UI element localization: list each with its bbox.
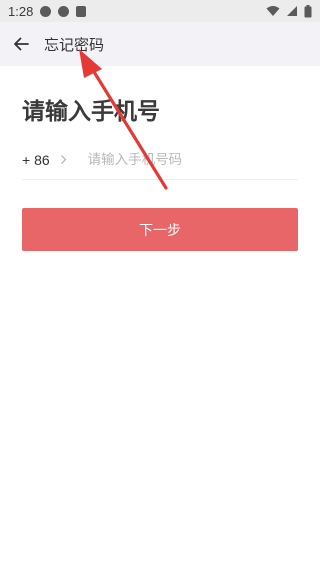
status-time: 1:28: [8, 3, 34, 19]
phone-heading: 请输入手机号: [22, 99, 160, 125]
phone-number-input[interactable]: [87, 151, 298, 168]
app-notification-icon: [76, 5, 87, 17]
signal-icon: [287, 6, 297, 16]
annotation-arrow-icon: [79, 49, 168, 190]
phone-input-row: + 86: [22, 140, 298, 180]
alert-icon: [58, 5, 70, 17]
page-title: 忘记密码: [44, 35, 105, 54]
status-left: 1:28: [8, 3, 87, 19]
status-bar: 1:28: [0, 0, 320, 22]
arrow-left-icon: [14, 37, 29, 51]
next-step-button[interactable]: 下一步: [22, 208, 298, 251]
battery-icon: [304, 4, 312, 17]
chevron-right-icon[interactable]: [54, 154, 74, 165]
back-button[interactable]: [0, 22, 42, 66]
app-header: 忘记密码: [0, 22, 320, 66]
status-right: [266, 4, 312, 18]
notification-dot-icon: [40, 5, 52, 17]
wifi-icon: [266, 6, 280, 16]
country-code-selector[interactable]: + 86: [22, 152, 50, 168]
